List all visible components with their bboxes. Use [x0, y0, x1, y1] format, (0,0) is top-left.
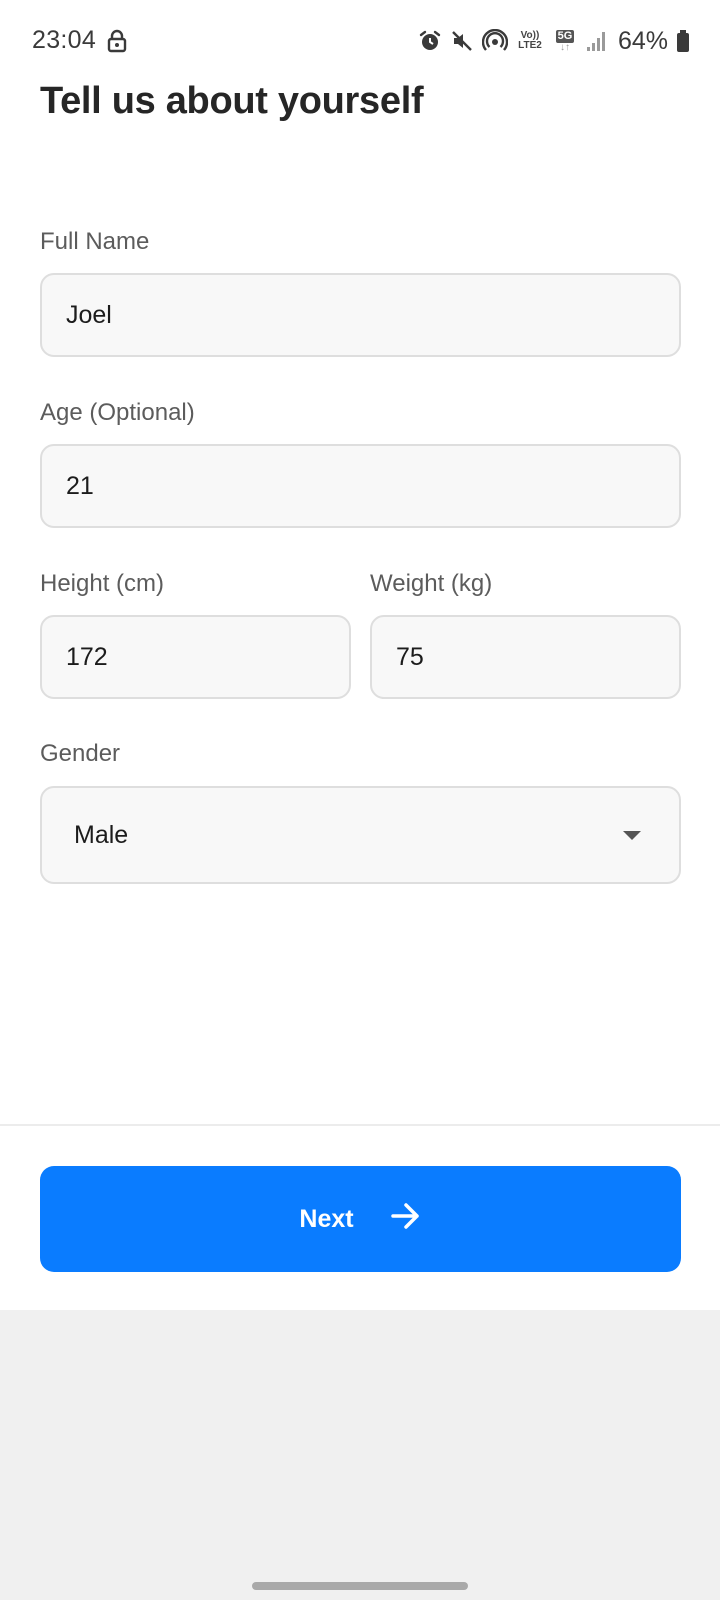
battery-percent: 64% [617, 26, 668, 55]
signal-icon [586, 29, 608, 53]
app-area: 23:04 Vo)) LTE2 5G ↓↑ 64% Tell us about … [0, 0, 720, 1310]
arrow-right-icon [390, 1201, 422, 1238]
height-input[interactable] [66, 642, 349, 672]
status-time: 23:04 [32, 26, 97, 54]
gender-select[interactable]: Male [40, 786, 681, 884]
age-label: Age (Optional) [40, 399, 195, 426]
lock-icon [107, 29, 127, 58]
full-name-field[interactable] [40, 273, 681, 357]
hotspot-icon [481, 29, 508, 53]
age-input[interactable] [66, 471, 679, 501]
full-name-input[interactable] [66, 300, 679, 330]
full-name-label: Full Name [40, 228, 150, 255]
battery-icon [676, 29, 690, 53]
weight-input[interactable] [396, 642, 679, 672]
gender-selected-value: Male [74, 820, 129, 849]
screen: 23:04 Vo)) LTE2 5G ↓↑ 64% Tell us about … [0, 0, 720, 1600]
weight-label: Weight (kg) [370, 570, 493, 597]
weight-field[interactable] [370, 615, 681, 699]
home-indicator[interactable] [252, 1582, 468, 1590]
dropdown-arrow-icon [623, 830, 641, 840]
next-button[interactable]: Next [40, 1166, 681, 1272]
footer-divider [0, 1124, 720, 1126]
alarm-icon [418, 29, 442, 53]
height-field[interactable] [40, 615, 351, 699]
age-field[interactable] [40, 444, 681, 528]
gender-label: Gender [40, 740, 121, 767]
network-type-badge: 5G ↓↑ [555, 29, 575, 53]
page-title: Tell us about yourself [40, 80, 424, 122]
next-button-label: Next [299, 1204, 354, 1233]
mute-icon [450, 29, 474, 53]
volte-label: Vo)) LTE2 [518, 30, 542, 51]
status-icons: Vo)) LTE2 5G ↓↑ 64% [418, 24, 690, 58]
status-bar: 23:04 Vo)) LTE2 5G ↓↑ 64% [0, 0, 720, 84]
height-label: Height (cm) [40, 570, 165, 597]
